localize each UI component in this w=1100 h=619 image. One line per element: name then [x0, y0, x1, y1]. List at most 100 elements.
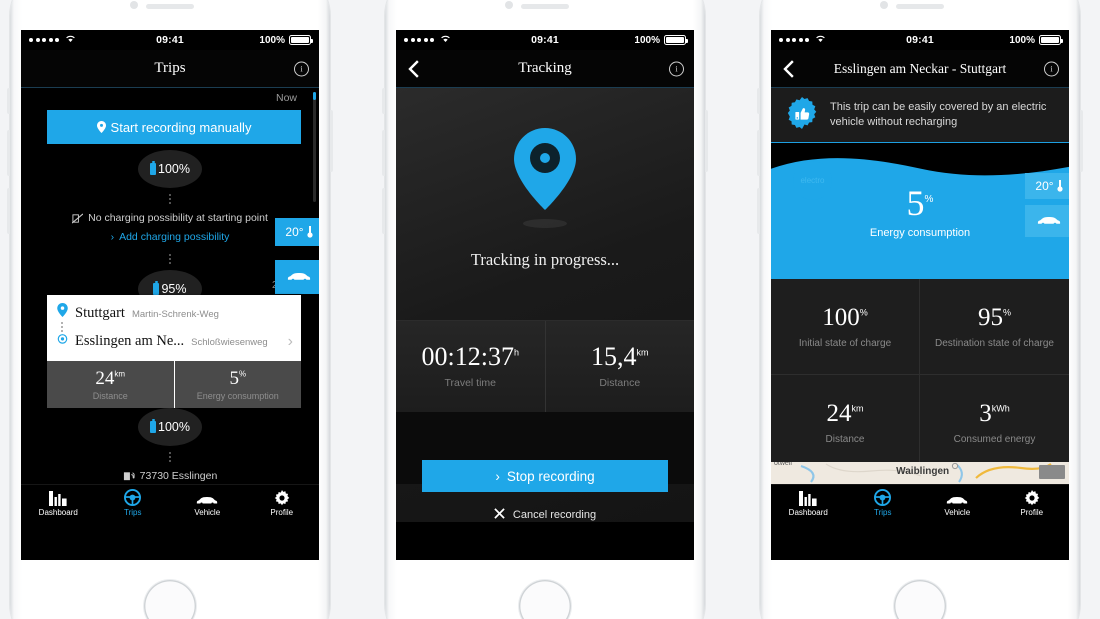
tab-bar-1: Dashboard Trips Vehicle Profile	[21, 484, 319, 522]
info-icon[interactable]: i	[669, 61, 684, 76]
volume-up-button[interactable]	[7, 130, 10, 176]
status-bar: 09:41 100%	[396, 30, 694, 50]
tracking-actions: › Stop recording Cancel recording	[396, 412, 694, 521]
phone-2-content: Tracking in progress... 00:12:37h Travel…	[396, 88, 694, 522]
gear-icon	[274, 490, 290, 506]
tab-label: Profile	[270, 508, 294, 517]
tab-profile[interactable]: Profile	[245, 490, 320, 517]
trip-destination-city: Esslingen am Ne...	[75, 333, 185, 349]
stop-recording-button[interactable]: › Stop recording	[422, 460, 668, 492]
phone-1-screen: 09:41 100% Trips i Now Start recording m…	[21, 30, 319, 560]
no-charging-icon	[72, 212, 84, 224]
phone-2-screen: 09:41 100% Tracking i Tracking in progre…	[396, 30, 694, 560]
phone-3-content: This trip can be easily covered by an el…	[771, 88, 1069, 522]
phone-3-screen: 09:41 100% Esslingen am Neckar - Stuttga…	[771, 30, 1069, 560]
vehicle-pill-1[interactable]	[275, 260, 319, 294]
battery-icon	[150, 161, 156, 175]
cancel-recording-label: Cancel recording	[512, 509, 597, 521]
phone-1-content: Now Start recording manually 100% No cha…	[21, 88, 319, 522]
tab-trips[interactable]: Trips	[846, 489, 921, 517]
car-icon	[1037, 216, 1061, 226]
volume-up-button[interactable]	[382, 130, 385, 176]
timeline-node-end: 100%	[138, 408, 202, 446]
info-icon[interactable]: i	[1044, 61, 1059, 76]
chevron-right-icon: ›	[495, 468, 500, 484]
node-battery-label: 100%	[158, 162, 190, 176]
chevron-right-icon[interactable]: ›	[288, 333, 293, 351]
mute-switch[interactable]	[7, 88, 10, 114]
thumbs-up-badge-icon	[785, 96, 819, 135]
temperature-pill-1[interactable]: 20°	[275, 218, 319, 246]
fuel-station-row: 73730 Esslingen	[21, 470, 319, 482]
bar-chart-icon	[799, 490, 817, 506]
fuel-station-label: 73730 Esslingen	[139, 470, 218, 482]
battery-icon	[1039, 35, 1063, 45]
trip-stat-label: Energy consumption	[196, 390, 279, 401]
stat-label: Destination state of charge	[935, 337, 1054, 349]
vehicle-pill-3[interactable]	[1025, 205, 1069, 237]
earpiece	[146, 4, 194, 9]
tab-profile[interactable]: Profile	[995, 490, 1070, 517]
metric-value: 00:12:37h	[421, 342, 519, 371]
status-time: 09:41	[156, 34, 184, 46]
cancel-recording-button[interactable]: Cancel recording	[396, 508, 694, 522]
start-recording-button[interactable]: Start recording manually	[47, 110, 301, 144]
scrollbar[interactable]	[313, 92, 316, 202]
nav-bar-3: Esslingen am Neckar - Stuttgart i	[771, 50, 1069, 88]
pin-shadow	[523, 219, 567, 228]
volume-up-button[interactable]	[757, 130, 760, 176]
map-town-small: otweil	[774, 462, 792, 467]
car-icon	[946, 490, 968, 506]
stat-consumed-energy: 3kWh Consumed energy	[920, 375, 1069, 471]
power-button[interactable]	[330, 110, 333, 172]
trip-stat-value: 24km	[95, 367, 126, 389]
banner-text: This trip can be easily covered by an el…	[830, 101, 1047, 128]
stat-destination-soc: 95% Destination state of charge	[920, 279, 1069, 375]
metric-travel-time: 00:12:37h Travel time	[396, 321, 545, 412]
temperature-label: 20°	[285, 225, 304, 239]
status-time: 09:41	[531, 34, 559, 46]
page-title: Tracking	[518, 60, 572, 76]
tab-label: Profile	[1020, 508, 1044, 517]
battery-icon	[664, 35, 688, 45]
power-button[interactable]	[1080, 110, 1083, 172]
chevron-left-icon[interactable]	[405, 59, 423, 78]
trip-stats-grid: 100% Initial state of charge 95% Destina…	[771, 279, 1069, 471]
car-icon	[287, 272, 311, 282]
mute-switch[interactable]	[757, 88, 760, 114]
home-button[interactable]	[144, 580, 196, 619]
route-map[interactable]: otweil Waiblingen	[771, 462, 1069, 484]
status-bar: 09:41 100%	[21, 30, 319, 50]
tab-dashboard[interactable]: Dashboard	[771, 490, 846, 517]
add-charging-label: Add charging possibility	[119, 231, 230, 243]
volume-down-button[interactable]	[7, 188, 10, 234]
mute-switch[interactable]	[382, 88, 385, 114]
chevron-left-icon[interactable]	[780, 59, 798, 78]
thermometer-icon	[1056, 180, 1063, 192]
power-button[interactable]	[705, 110, 708, 172]
volume-down-button[interactable]	[757, 188, 760, 234]
trip-card[interactable]: Stuttgart Martin-Schrenk-Weg Esslingen a…	[47, 295, 301, 408]
earpiece	[521, 4, 569, 9]
tab-vehicle[interactable]: Vehicle	[920, 490, 995, 517]
tab-trips[interactable]: Trips	[96, 489, 171, 517]
tab-dashboard[interactable]: Dashboard	[21, 490, 96, 517]
stat-label: Distance	[825, 433, 865, 445]
stat-value: 100%	[822, 303, 868, 331]
tab-vehicle[interactable]: Vehicle	[170, 490, 245, 517]
steering-wheel-icon	[124, 489, 142, 506]
metric-label: Distance	[599, 377, 641, 389]
info-icon[interactable]: i	[294, 61, 309, 76]
temperature-pill-3[interactable]: 20°	[1025, 173, 1069, 199]
stat-distance: 24km Distance	[771, 375, 920, 471]
home-button[interactable]	[894, 580, 946, 619]
home-button[interactable]	[519, 580, 571, 619]
map-pin-icon	[57, 303, 68, 317]
car-icon	[196, 490, 218, 506]
trip-destination-street: Schloßwiesenweg	[191, 337, 268, 348]
map-control-chip[interactable]	[1039, 465, 1065, 479]
trip-feasibility-banner: This trip can be easily covered by an el…	[771, 88, 1069, 142]
volume-down-button[interactable]	[382, 188, 385, 234]
trip-stat-value: 5%	[229, 367, 247, 389]
status-time: 09:41	[906, 34, 934, 46]
